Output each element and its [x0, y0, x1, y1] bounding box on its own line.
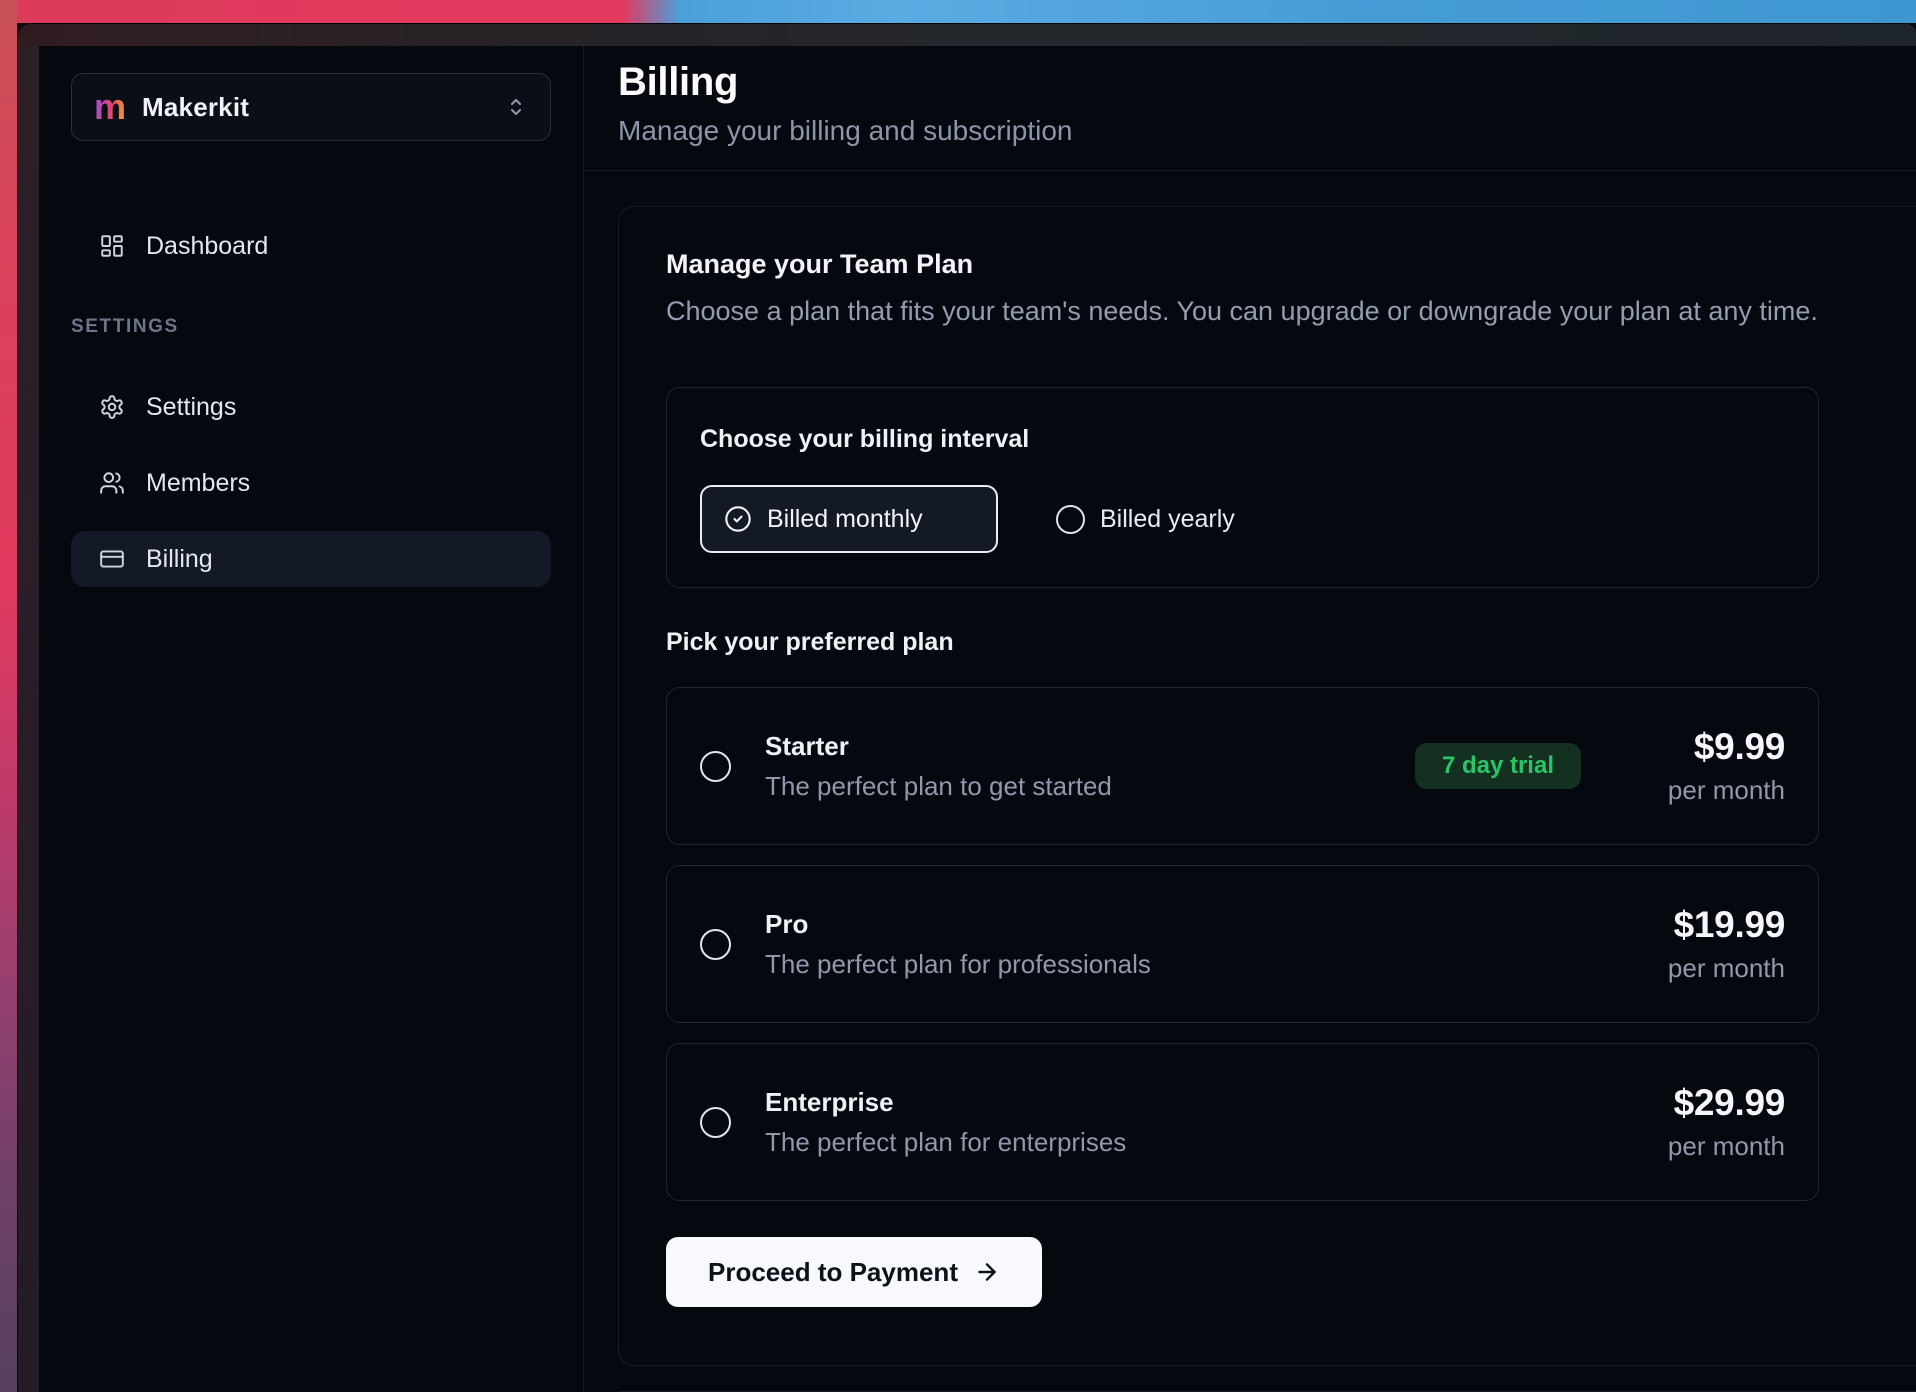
- page-subtitle: Manage your billing and subscription: [584, 105, 1916, 147]
- sidebar-item-settings[interactable]: Settings: [71, 379, 551, 435]
- proceed-to-payment-button[interactable]: Proceed to Payment: [666, 1237, 1042, 1307]
- plan-period: per month: [1635, 1131, 1785, 1162]
- workspace-name: Makerkit: [142, 92, 249, 123]
- sidebar-item-label: Billing: [146, 545, 213, 574]
- billed-yearly-label: Billed yearly: [1100, 505, 1235, 534]
- plan-option-starter[interactable]: Starter The perfect plan to get started …: [666, 687, 1819, 845]
- app-content: m Makerkit Dashboard SETTINGS: [39, 46, 1916, 1392]
- desktop: m Makerkit Dashboard SETTINGS: [0, 0, 1916, 1392]
- billing-interval-options: Billed monthly Billed yearly: [700, 485, 1785, 553]
- plan-name: Pro: [765, 909, 1151, 940]
- billing-interval-group: Choose your billing interval Billed mont…: [666, 387, 1819, 588]
- team-plan-card: Manage your Team Plan Choose a plan that…: [618, 206, 1916, 1366]
- price-block: $29.99 per month: [1635, 1082, 1785, 1162]
- sidebar-item-members[interactable]: Members: [71, 455, 551, 511]
- plan-price: $9.99: [1635, 726, 1785, 768]
- price-block: $9.99 per month: [1635, 726, 1785, 806]
- plan-description: The perfect plan for professionals: [765, 949, 1151, 980]
- pick-plan-label: Pick your preferred plan: [666, 628, 1916, 657]
- main-content: Billing Manage your billing and subscrip…: [584, 46, 1916, 1392]
- plan-name: Starter: [765, 731, 1112, 762]
- plan-price: $19.99: [1635, 904, 1785, 946]
- plan-info: Starter The perfect plan to get started: [765, 731, 1112, 802]
- sidebar-item-dashboard[interactable]: Dashboard: [71, 218, 551, 274]
- users-icon: [99, 470, 125, 496]
- proceed-to-payment-label: Proceed to Payment: [708, 1257, 958, 1288]
- sidebar-item-label: Dashboard: [146, 232, 268, 261]
- radio-icon: [1056, 505, 1085, 534]
- plan-list: Starter The perfect plan to get started …: [666, 687, 1916, 1201]
- desktop-wallpaper-top: [0, 0, 1916, 23]
- header-divider: [584, 170, 1916, 171]
- radio-icon[interactable]: [700, 929, 731, 960]
- radio-icon[interactable]: [700, 751, 731, 782]
- billing-interval-label: Choose your billing interval: [700, 425, 1785, 454]
- sidebar-item-label: Settings: [146, 393, 236, 422]
- plan-option-pro[interactable]: Pro The perfect plan for professionals $…: [666, 865, 1819, 1023]
- sidebar: m Makerkit Dashboard SETTINGS: [39, 46, 584, 1392]
- makerkit-logo: m: [94, 89, 126, 125]
- sidebar-item-billing[interactable]: Billing: [71, 531, 551, 587]
- window-left-edge: [18, 46, 40, 1392]
- workspace-selector[interactable]: m Makerkit: [71, 73, 551, 141]
- credit-card-icon: [99, 546, 125, 572]
- desktop-wallpaper-left: [0, 0, 17, 1392]
- plan-description: The perfect plan for enterprises: [765, 1127, 1126, 1158]
- gear-icon: [99, 394, 125, 420]
- plan-pricing: $19.99 per month: [1635, 904, 1785, 984]
- dashboard-icon: [99, 233, 125, 259]
- plan-name: Enterprise: [765, 1087, 1126, 1118]
- trial-badge: 7 day trial: [1415, 743, 1581, 789]
- plan-option-enterprise[interactable]: Enterprise The perfect plan for enterpri…: [666, 1043, 1819, 1201]
- plan-price: $29.99: [1635, 1082, 1785, 1124]
- circle-check-icon: [724, 505, 752, 533]
- plan-period: per month: [1635, 775, 1785, 806]
- billed-monthly-option[interactable]: Billed monthly: [700, 485, 998, 553]
- card-title: Manage your Team Plan: [666, 249, 1916, 280]
- chevrons-up-down-icon: [504, 95, 528, 119]
- billed-yearly-option[interactable]: Billed yearly: [1056, 505, 1235, 534]
- arrow-right-icon: [974, 1259, 1000, 1285]
- plan-description: The perfect plan to get started: [765, 771, 1112, 802]
- plan-period: per month: [1635, 953, 1785, 984]
- window-titlebar: [18, 24, 1916, 47]
- sidebar-nav: Dashboard SETTINGS Settings Members: [71, 218, 551, 587]
- price-block: $19.99 per month: [1635, 904, 1785, 984]
- page-title: Billing: [584, 46, 1916, 105]
- card-description: Choose a plan that fits your team's need…: [666, 296, 1916, 327]
- radio-icon[interactable]: [700, 1107, 731, 1138]
- app-window: m Makerkit Dashboard SETTINGS: [17, 23, 1916, 1392]
- plan-pricing: $29.99 per month: [1635, 1082, 1785, 1162]
- plan-pricing: 7 day trial $9.99 per month: [1415, 726, 1785, 806]
- sidebar-section-settings: SETTINGS: [71, 316, 551, 338]
- billed-monthly-label: Billed monthly: [767, 505, 923, 534]
- plan-info: Enterprise The perfect plan for enterpri…: [765, 1087, 1126, 1158]
- sidebar-item-label: Members: [146, 469, 250, 498]
- plan-info: Pro The perfect plan for professionals: [765, 909, 1151, 980]
